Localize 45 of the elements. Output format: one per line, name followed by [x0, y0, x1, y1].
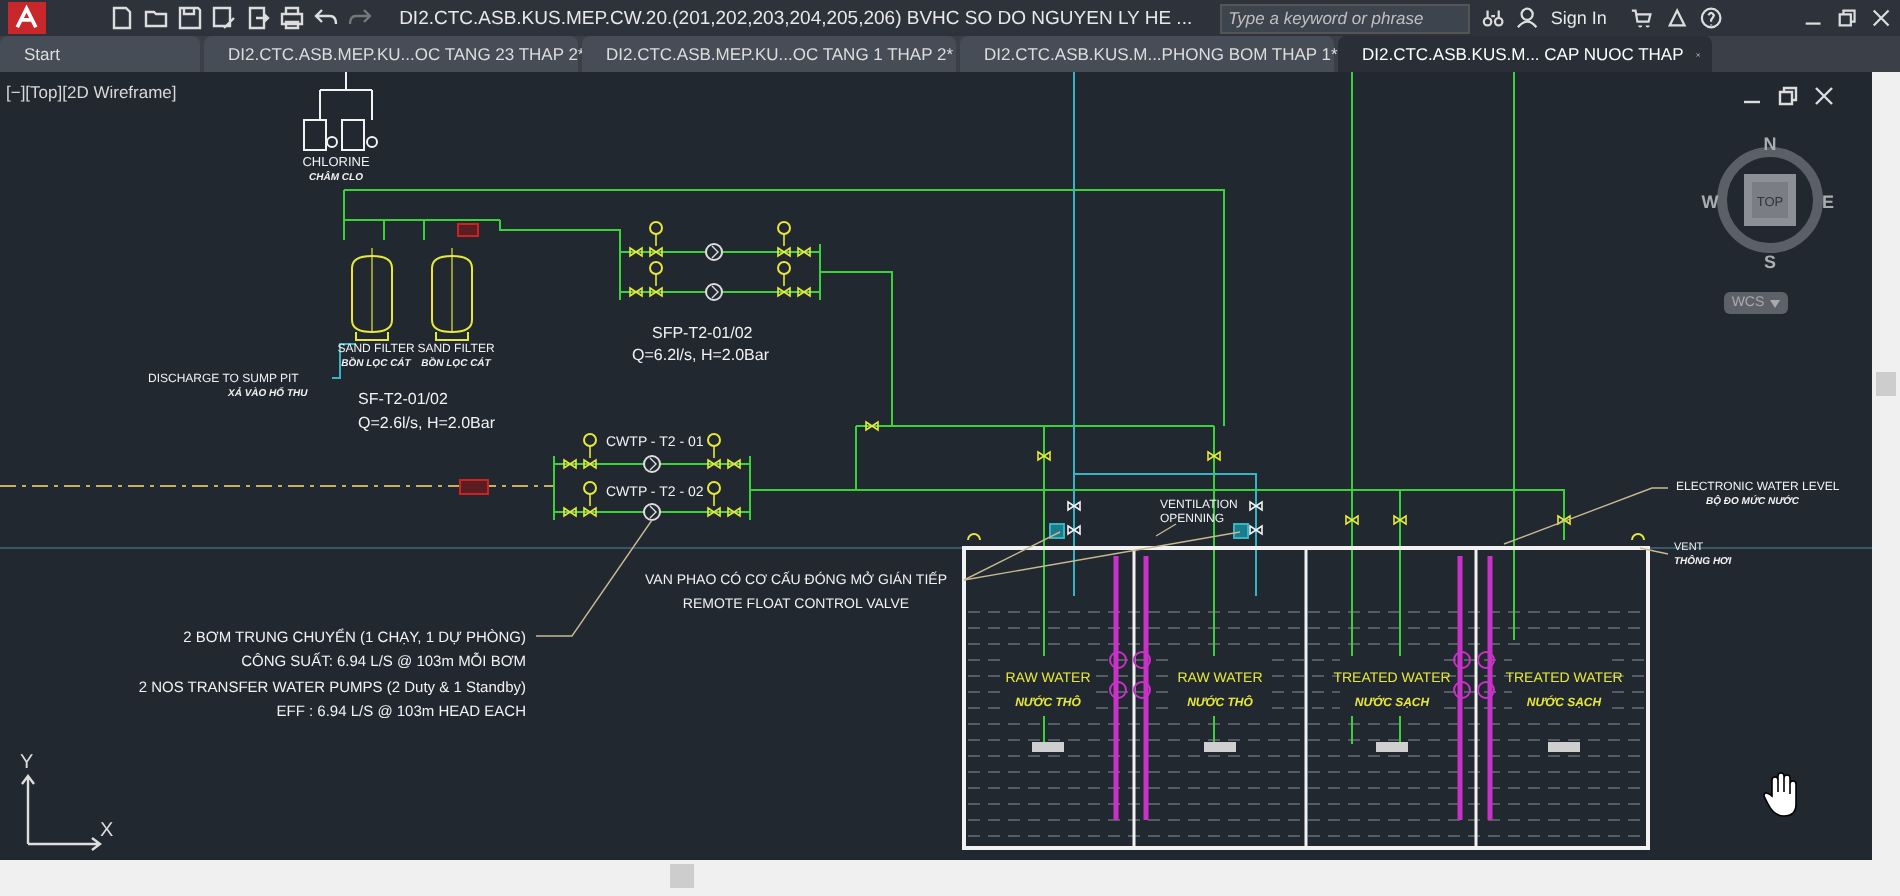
- close-icon[interactable]: [1869, 6, 1893, 30]
- restore-icon[interactable]: [1835, 6, 1858, 30]
- compass-east[interactable]: E: [1822, 192, 1834, 212]
- save-icon[interactable]: [177, 6, 202, 30]
- drawing-label: Q=6.2l/s, H=2.0Bar: [632, 346, 769, 364]
- view-cube-compass: [1717, 147, 1823, 253]
- new-file-icon[interactable]: [109, 6, 134, 30]
- scroll-thumb[interactable]: [670, 864, 694, 888]
- file-tab[interactable]: DI2.CTC.ASB.MEP.KU...OC TANG 1 THAP 2*: [582, 36, 956, 72]
- user-icon[interactable]: [1516, 6, 1539, 30]
- triangle-network-icon[interactable]: [1665, 6, 1688, 30]
- scroll-thumb[interactable]: [1876, 372, 1896, 396]
- pan-cursor-icon: [1763, 772, 1797, 817]
- drawing-label: SFP-T2-01/02: [652, 324, 753, 342]
- axis-label: X: [100, 820, 114, 842]
- save-as-icon[interactable]: [211, 6, 236, 30]
- export-icon[interactable]: [245, 6, 270, 30]
- sign-in-link[interactable]: Sign In: [1550, 8, 1607, 28]
- compass-west[interactable]: W: [1701, 192, 1719, 212]
- redo-icon[interactable]: [347, 6, 372, 30]
- help-icon[interactable]: [1699, 6, 1722, 30]
- horizontal-scrollbar[interactable]: [0, 860, 1900, 896]
- search-field[interactable]: Type a keyword or phrase: [1220, 3, 1471, 33]
- viewport-controls-label[interactable]: [−][Top][2D Wireframe]: [6, 82, 177, 102]
- close-icon[interactable]: [1812, 84, 1836, 108]
- file-tab[interactable]: DI2.CTC.ASB.KUS.M... CAP NUOC THAP: [1338, 36, 1712, 72]
- caret-icon: [1770, 299, 1781, 307]
- drawing-label: SF-T2-01/02: [358, 390, 448, 408]
- file-tab[interactable]: Start: [0, 36, 200, 72]
- drawing-label: Q=2.6l/s, H=2.0Bar: [358, 414, 495, 432]
- print-icon[interactable]: [279, 6, 304, 30]
- vertical-scrollbar[interactable]: [1872, 72, 1900, 860]
- open-folder-icon[interactable]: [143, 6, 168, 30]
- restore-icon[interactable]: [1776, 84, 1800, 108]
- compass-north[interactable]: N: [1763, 134, 1777, 154]
- axis-label: Y: [20, 752, 34, 774]
- undo-icon[interactable]: [313, 6, 338, 30]
- file-tab[interactable]: DI2.CTC.ASB.KUS.M...PHONG BOM THAP 1*: [960, 36, 1334, 72]
- binoculars-icon[interactable]: [1482, 6, 1505, 30]
- compass-south[interactable]: S: [1764, 252, 1776, 272]
- app-logo-icon[interactable]: [8, 2, 46, 34]
- ucs-axes-icon: [20, 774, 102, 852]
- cart-icon[interactable]: [1630, 6, 1653, 30]
- window-title: DI2.CTC.ASB.KUS.MEP.CW.20.(201,202,203,204,205,206) BVHC SO DO NGUYEN LY HE ...: [399, 7, 1193, 29]
- view-cube-face[interactable]: [1744, 174, 1796, 226]
